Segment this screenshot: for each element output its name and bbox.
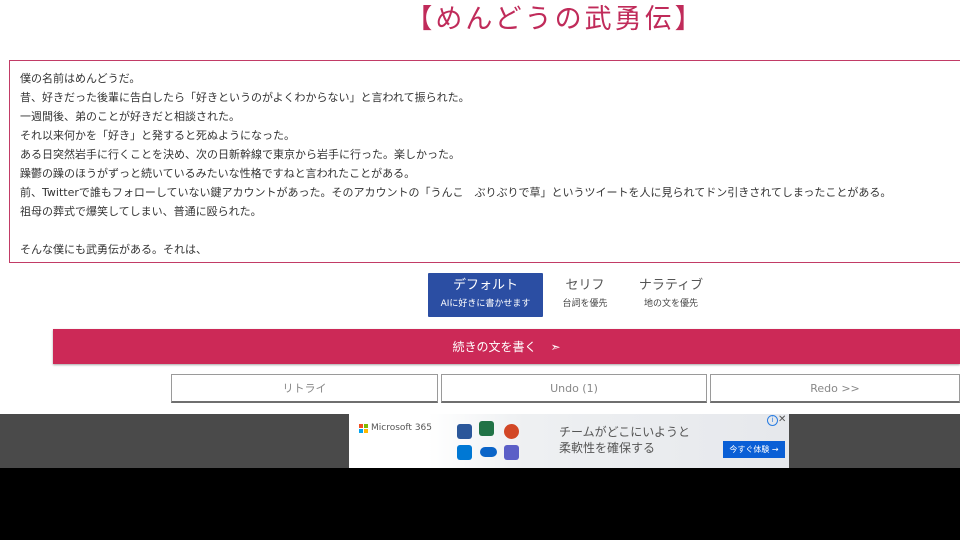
excel-icon (479, 421, 494, 436)
powerpoint-icon (504, 424, 519, 439)
mode-dialogue-title: セリフ (565, 278, 605, 293)
onedrive-icon (480, 447, 497, 457)
page-title: 【めんどうの武勇伝】 (405, 4, 705, 35)
mode-dialogue-subtitle: 台詞を優先 (562, 299, 608, 309)
outlook-icon (457, 445, 472, 460)
undo-button[interactable]: Undo (1) (441, 374, 707, 403)
ad-line-1: チームがどこにいようと (559, 425, 691, 439)
letterbox-bottom (0, 468, 960, 540)
microsoft-logo-icon (359, 424, 368, 433)
teams-icon (504, 445, 519, 460)
mode-default-button[interactable]: デフォルト AIに好きに書かせます (428, 273, 543, 317)
ad-info-icon[interactable]: i (767, 415, 778, 426)
arrow-right-icon: ➣ (550, 340, 561, 354)
mode-narrative-subtitle: 地の文を優先 (643, 299, 698, 309)
ad-cta-button[interactable]: 今すぐ体験 → (723, 441, 785, 458)
word-icon (457, 424, 472, 439)
app-window: 【めんどうの武勇伝】 僕の名前はめんどうだ。 昔、好きだった後輩に告白したら「好… (0, 0, 960, 468)
mode-default-title: デフォルト (452, 278, 518, 293)
story-text-area[interactable]: 僕の名前はめんどうだ。 昔、好きだった後輩に告白したら「好きというのがよくわから… (9, 60, 960, 263)
mode-dialogue-button[interactable]: セリフ 台詞を優先 (550, 273, 620, 317)
mode-default-subtitle: AIに好きに書かせます (440, 299, 531, 309)
ad-banner[interactable]: Microsoft 365 チームがどこにいようと 柔軟性を確保する 今すぐ体験… (349, 414, 789, 468)
redo-button[interactable]: Redo >> (710, 374, 960, 403)
retry-button[interactable]: リトライ (171, 374, 438, 403)
continue-writing-label: 続きの文を書く (452, 340, 537, 354)
mode-narrative-title: ナラティブ (638, 278, 704, 293)
ad-close-icon[interactable]: ✕ (778, 414, 786, 425)
continue-writing-button[interactable]: 続きの文を書く ➣ (53, 329, 960, 364)
mode-narrative-button[interactable]: ナラティブ 地の文を優先 (626, 273, 716, 317)
ad-brand: Microsoft 365 (371, 423, 432, 433)
